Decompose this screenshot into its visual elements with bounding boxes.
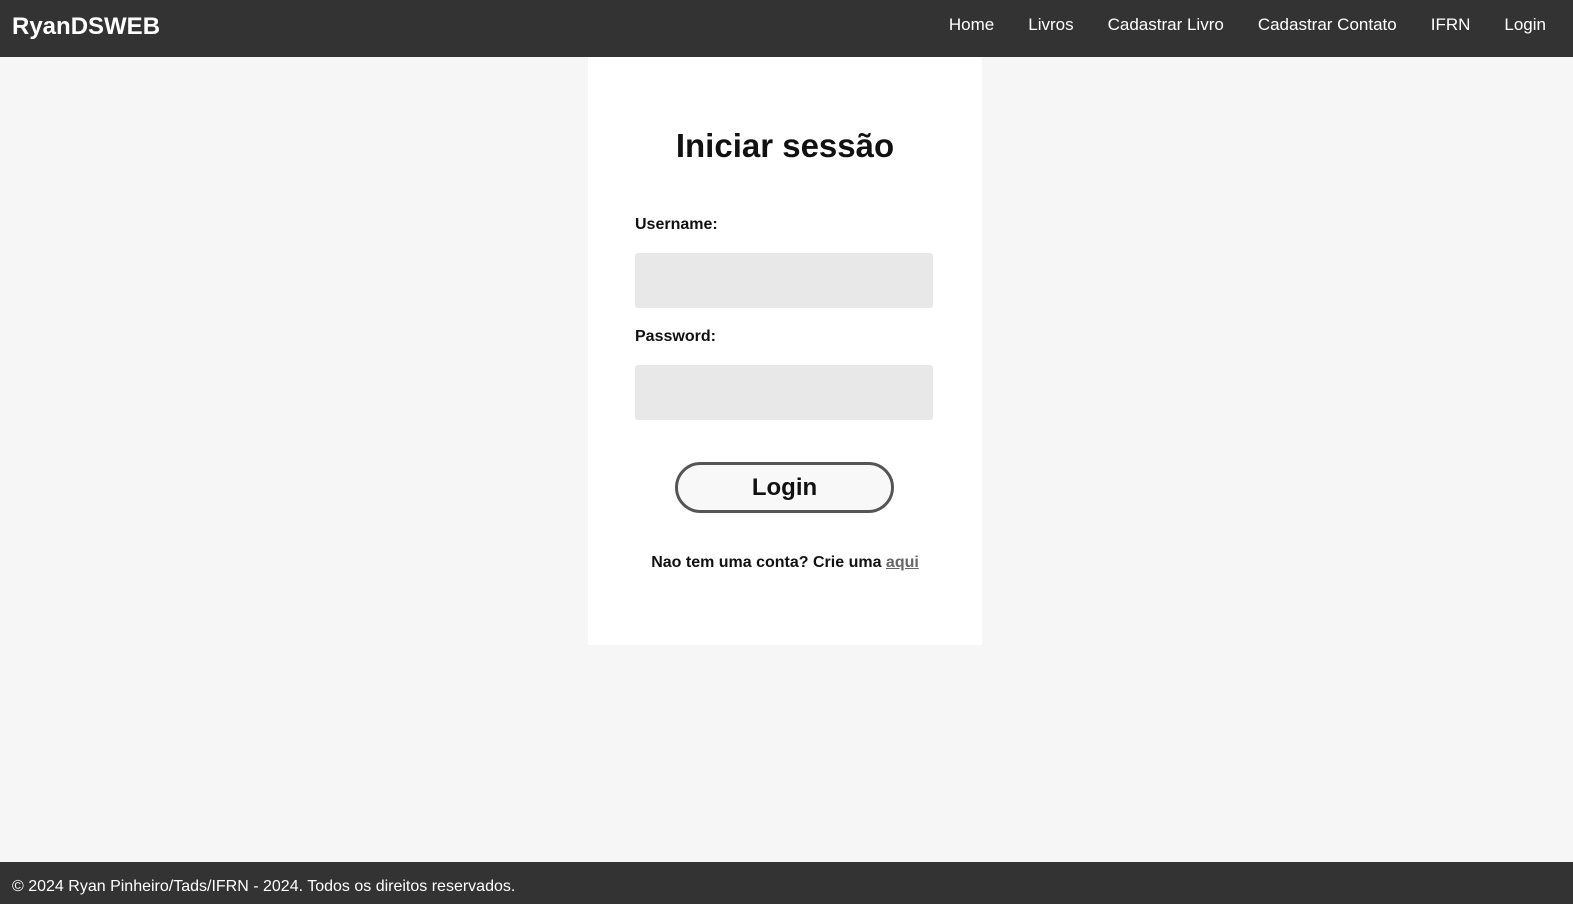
nav-link-login[interactable]: Login bbox=[1504, 15, 1546, 35]
login-title: Iniciar sessão bbox=[675, 127, 895, 164]
signup-prompt-text: Nao tem uma conta? Crie uma bbox=[651, 554, 882, 571]
nav-link-livros[interactable]: Livros bbox=[1028, 15, 1073, 35]
brand-logo[interactable]: RyanDSWEB bbox=[12, 12, 160, 42]
nav-menu: Home Livros Cadastrar Livro Cadastrar Co… bbox=[915, 0, 1546, 57]
signup-link[interactable]: aqui bbox=[886, 554, 919, 571]
nav-link-cadastrar-livro[interactable]: Cadastrar Livro bbox=[1108, 15, 1224, 35]
signup-prompt: Nao tem uma conta? Crie uma aqui bbox=[588, 553, 982, 573]
nav-link-home[interactable]: Home bbox=[949, 15, 994, 35]
nav-link-ifrn[interactable]: IFRN bbox=[1431, 15, 1471, 35]
password-input[interactable] bbox=[635, 365, 933, 420]
login-button[interactable]: Login bbox=[675, 462, 894, 513]
footer: © 2024 Ryan Pinheiro/Tads/IFRN - 2024. T… bbox=[0, 862, 1573, 904]
navbar: RyanDSWEB Home Livros Cadastrar Livro Ca… bbox=[0, 0, 1573, 57]
username-input[interactable] bbox=[635, 253, 933, 308]
footer-copyright: © 2024 Ryan Pinheiro/Tads/IFRN - 2024. T… bbox=[12, 878, 516, 895]
nav-link-cadastrar-contato[interactable]: Cadastrar Contato bbox=[1258, 15, 1397, 35]
login-card: Iniciar sessão Username: Password: Login… bbox=[588, 57, 982, 645]
password-label: Password: bbox=[635, 328, 716, 345]
username-label: Username: bbox=[635, 216, 718, 233]
